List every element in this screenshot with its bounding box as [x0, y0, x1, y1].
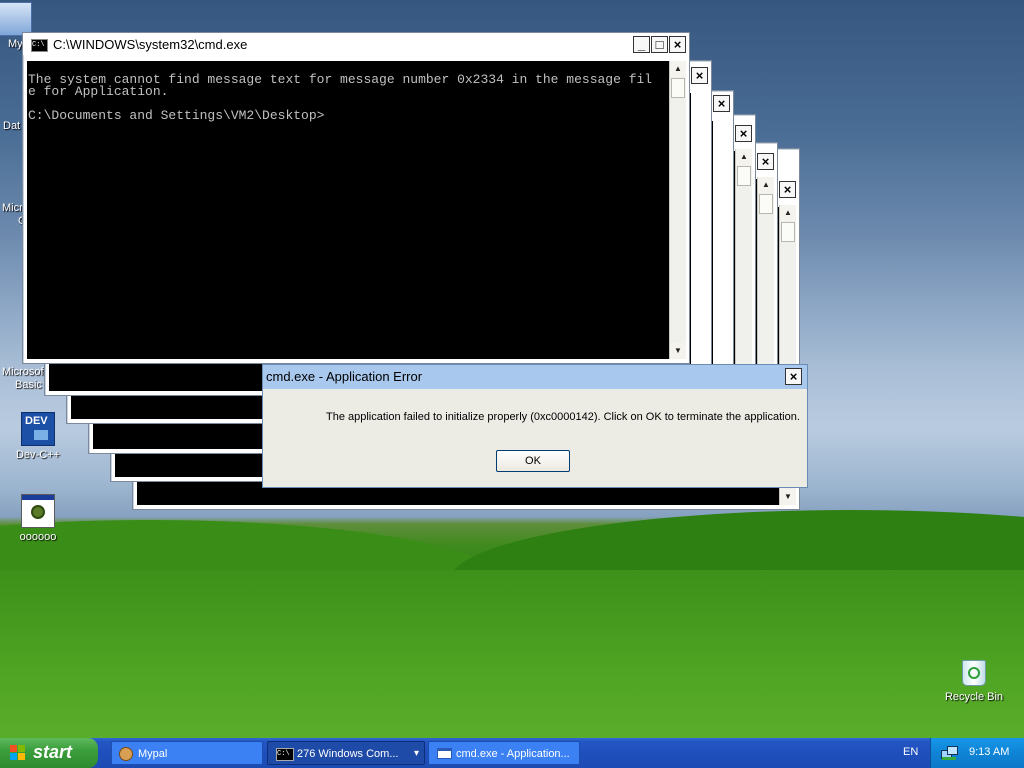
desktop-icon-dev-cpp[interactable]: DEV Dev-C++: [1, 412, 75, 461]
desktop-icon-oooooo[interactable]: oooooo: [1, 494, 75, 543]
close-button[interactable]: ×: [757, 153, 774, 170]
scroll-up-arrow[interactable]: ▲: [758, 177, 774, 193]
scroll-thumb[interactable]: [671, 78, 685, 98]
close-button[interactable]: ×: [713, 95, 730, 112]
error-dialog-titlebar[interactable]: cmd.exe - Application Error ×: [263, 365, 807, 389]
window-icon: [437, 748, 452, 759]
error-message: The application failed to initialize pro…: [326, 411, 800, 423]
cmd-window-front[interactable]: C:\ C:\WINDOWS\system32\cmd.exe _ □ × Th…: [22, 32, 690, 364]
mypal-icon: [119, 747, 133, 761]
close-button[interactable]: ×: [669, 36, 686, 53]
cmd-icon: C:\: [276, 748, 294, 761]
error-dialog[interactable]: cmd.exe - Application Error × The applic…: [262, 364, 808, 488]
group-dropdown-icon[interactable]: ▾: [414, 742, 419, 764]
windows-logo-icon: [10, 745, 26, 761]
close-button[interactable]: ×: [779, 181, 796, 198]
exe-app-icon: [21, 494, 55, 528]
recycle-bin-icon: [960, 656, 988, 688]
close-button[interactable]: ×: [735, 125, 752, 142]
console-line-2: e for Application.: [28, 84, 169, 99]
cmd-titlebar[interactable]: C:\ C:\WINDOWS\system32\cmd.exe _ □ ×: [23, 33, 689, 55]
clock[interactable]: 9:13 AM: [969, 746, 1009, 758]
language-indicator[interactable]: EN: [903, 746, 918, 758]
cmd-title: C:\WINDOWS\system32\cmd.exe: [53, 37, 248, 52]
taskbar: start Mypal C:\ 276 Windows Com... ▾ cmd…: [0, 738, 1024, 768]
taskbar-item-windows-command[interactable]: C:\ 276 Windows Com... ▾: [267, 741, 425, 765]
scroll-thumb[interactable]: [781, 222, 795, 242]
close-button[interactable]: ×: [785, 368, 802, 385]
system-tray: 9:13 AM: [930, 738, 1024, 768]
console-prompt: C:\Documents and Settings\VM2\Desktop>: [28, 108, 325, 123]
minimize-button[interactable]: _: [633, 36, 650, 53]
start-button[interactable]: start: [0, 738, 98, 768]
network-icon[interactable]: [941, 746, 958, 760]
scroll-thumb[interactable]: [737, 166, 751, 186]
my-computer-icon: [0, 2, 32, 36]
cmd-app-icon: C:\: [31, 39, 48, 52]
scroll-up-arrow[interactable]: ▲: [780, 205, 796, 221]
scroll-thumb[interactable]: [759, 194, 773, 214]
console-scrollbar[interactable]: ▲ ▼: [669, 61, 686, 359]
close-button[interactable]: ×: [691, 67, 708, 84]
scroll-down-arrow[interactable]: ▼: [780, 489, 796, 505]
scroll-up-arrow[interactable]: ▲: [670, 61, 686, 77]
dev-cpp-icon: DEV: [21, 412, 55, 446]
desktop-icon-recycle-bin[interactable]: Recycle Bin: [937, 656, 1011, 703]
taskbar-item-application-error[interactable]: cmd.exe - Application...: [428, 741, 580, 765]
grass: [0, 570, 1024, 738]
console-output[interactable]: The system cannot find message text for …: [27, 61, 669, 359]
scroll-up-arrow[interactable]: ▲: [736, 149, 752, 165]
maximize-button[interactable]: □: [651, 36, 668, 53]
ok-button[interactable]: OK: [496, 450, 570, 472]
taskbar-item-mypal[interactable]: Mypal: [111, 741, 263, 765]
scroll-down-arrow[interactable]: ▼: [670, 343, 686, 359]
error-dialog-title: cmd.exe - Application Error: [266, 369, 423, 384]
desktop: My Dat Micro C Microsoft Basic DEV Dev-C…: [0, 0, 1024, 738]
